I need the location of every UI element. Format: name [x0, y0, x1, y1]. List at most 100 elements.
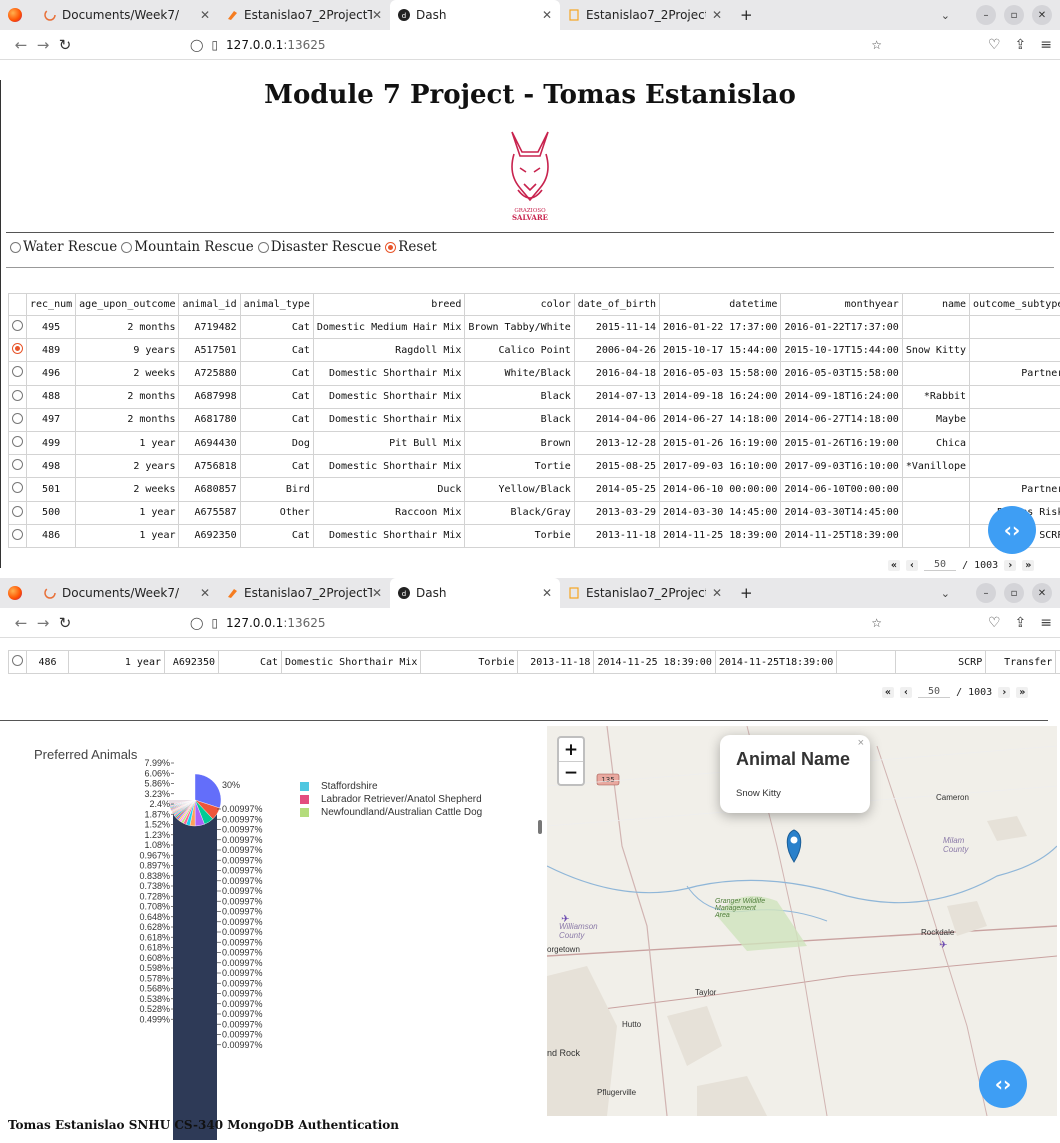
- radio-reset[interactable]: Reset: [385, 239, 437, 255]
- pager-first-button[interactable]: «: [882, 687, 894, 698]
- column-header[interactable]: animal_id: [179, 294, 240, 316]
- tab-list-icon[interactable]: ⌄: [941, 587, 950, 600]
- pager-last-button[interactable]: »: [1022, 560, 1034, 571]
- extensions-icon[interactable]: ⇪: [1015, 37, 1027, 53]
- close-icon[interactable]: ✕: [200, 8, 210, 22]
- row-select-radio[interactable]: [9, 651, 27, 674]
- table-row[interactable]: 4882 monthsA687998CatDomestic Shorthair …: [9, 385, 1060, 408]
- minimize-icon[interactable]: –: [976, 5, 996, 25]
- column-header[interactable]: monthyear: [781, 294, 902, 316]
- bookmark-star-icon[interactable]: ☆: [871, 616, 882, 630]
- url-bar[interactable]: ◯ ▯ 127.0.0.1:13625 ☆: [180, 32, 890, 58]
- column-header[interactable]: datetime: [660, 294, 781, 316]
- tab-file[interactable]: Estanislao7_2ProjectTwo ✕: [560, 578, 730, 608]
- pager-page-input[interactable]: 50: [924, 559, 956, 571]
- column-header[interactable]: rec_num: [27, 294, 76, 316]
- row-select-radio[interactable]: [9, 455, 27, 478]
- menu-icon[interactable]: ≡: [1040, 615, 1052, 631]
- window-close-icon[interactable]: ✕: [1032, 583, 1052, 603]
- window-close-icon[interactable]: ✕: [1032, 5, 1052, 25]
- zoom-out-button[interactable]: −: [559, 761, 583, 784]
- column-header[interactable]: breed: [313, 294, 465, 316]
- pager-prev-button[interactable]: ‹: [906, 560, 918, 571]
- close-icon[interactable]: ✕: [542, 586, 552, 600]
- radio-water-rescue[interactable]: Water Rescue: [10, 239, 117, 255]
- table-row[interactable]: 4861 yearA692350CatDomestic Shorthair Mi…: [9, 651, 1060, 674]
- radio-disaster-rescue[interactable]: Disaster Rescue: [258, 239, 382, 255]
- table-row[interactable]: 4899 yearsA517501CatRagdoll MixCalico Po…: [9, 339, 1060, 362]
- pocket-icon[interactable]: ♡: [988, 615, 1001, 631]
- tab-documents[interactable]: Documents/Week7/ ✕: [36, 578, 218, 608]
- tab-notebook[interactable]: Estanislao7_2ProjectTwo ✕: [218, 578, 390, 608]
- row-select-radio[interactable]: [9, 316, 27, 339]
- table-row[interactable]: 4991 yearA694430DogPit Bull MixBrown2013…: [9, 431, 1060, 454]
- new-tab-button[interactable]: +: [740, 584, 753, 602]
- table-row[interactable]: 4972 monthsA681780CatDomestic Shorthair …: [9, 408, 1060, 431]
- tab-documents[interactable]: Documents/Week7/ ✕: [36, 0, 218, 30]
- pager-prev-button[interactable]: ‹: [900, 687, 912, 698]
- pager-page-input[interactable]: 50: [918, 686, 950, 698]
- pager-next-button[interactable]: ›: [998, 687, 1010, 698]
- column-header[interactable]: outcome_subtype: [970, 294, 1060, 316]
- maximize-icon[interactable]: ▫: [1004, 583, 1024, 603]
- row-select-radio[interactable]: [9, 431, 27, 454]
- row-select-radio[interactable]: [9, 339, 27, 362]
- column-header[interactable]: age_upon_outcome: [76, 294, 179, 316]
- row-select-radio[interactable]: [9, 385, 27, 408]
- row-select-radio[interactable]: [9, 408, 27, 431]
- reload-icon[interactable]: ↻: [54, 36, 76, 54]
- close-icon[interactable]: ✕: [372, 8, 382, 22]
- table-row[interactable]: 4952 monthsA719482CatDomestic Medium Hai…: [9, 316, 1060, 339]
- tab-dash[interactable]: d Dash ✕: [390, 578, 560, 608]
- pocket-icon[interactable]: ♡: [988, 37, 1001, 53]
- column-header[interactable]: color: [465, 294, 574, 316]
- new-tab-button[interactable]: +: [740, 6, 753, 24]
- table-row[interactable]: 4982 yearsA756818CatDomestic Shorthair M…: [9, 455, 1060, 478]
- maximize-icon[interactable]: ▫: [1004, 5, 1024, 25]
- tab-list-icon[interactable]: ⌄: [941, 9, 950, 22]
- row-select-radio[interactable]: [9, 501, 27, 524]
- back-icon[interactable]: ←: [10, 614, 32, 632]
- extensions-icon[interactable]: ⇪: [1015, 615, 1027, 631]
- close-icon[interactable]: ✕: [372, 586, 382, 600]
- tab-file[interactable]: Estanislao7_2ProjectTwo ✕: [560, 0, 730, 30]
- column-header[interactable]: animal_type: [240, 294, 313, 316]
- menu-icon[interactable]: ≡: [1040, 37, 1052, 53]
- animal-location-map[interactable]: 135 ✈ ✈ + − × Animal Name Snow Kitty Cam…: [547, 726, 1057, 1116]
- reload-icon[interactable]: ↻: [54, 614, 76, 632]
- dash-debug-button[interactable]: ‹›: [988, 506, 1036, 554]
- back-icon[interactable]: ←: [10, 36, 32, 54]
- url-bar[interactable]: ◯ ▯ 127.0.0.1:13625 ☆: [180, 610, 890, 636]
- column-header[interactable]: date_of_birth: [574, 294, 659, 316]
- close-icon[interactable]: ✕: [712, 586, 722, 600]
- table-cell: A681780: [179, 408, 240, 431]
- pager-next-button[interactable]: ›: [1004, 560, 1016, 571]
- tab-notebook[interactable]: Estanislao7_2ProjectTwo ✕: [218, 0, 390, 30]
- radio-mountain-rescue[interactable]: Mountain Rescue: [121, 239, 253, 255]
- dash-debug-button[interactable]: ‹›: [979, 1060, 1027, 1108]
- pie-slice-label: 0.00997%: [222, 886, 263, 896]
- table-row[interactable]: 4962 weeksA725880CatDomestic Shorthair M…: [9, 362, 1060, 385]
- table-row[interactable]: 5001 yearA675587OtherRaccoon MixBlack/Gr…: [9, 501, 1060, 524]
- column-header[interactable]: name: [902, 294, 969, 316]
- minimize-icon[interactable]: –: [976, 583, 996, 603]
- scrollbar-handle[interactable]: [538, 820, 542, 834]
- table-row[interactable]: 5012 weeksA680857BirdDuckYellow/Black201…: [9, 478, 1060, 501]
- bookmark-star-icon[interactable]: ☆: [871, 38, 882, 52]
- tab-dash[interactable]: d Dash ✕: [390, 0, 560, 30]
- close-icon[interactable]: ✕: [542, 8, 552, 22]
- forward-icon[interactable]: →: [32, 614, 54, 632]
- table-cell: Cat: [240, 524, 313, 547]
- forward-icon[interactable]: →: [32, 36, 54, 54]
- row-select-radio[interactable]: [9, 524, 27, 547]
- popup-close-button[interactable]: ×: [858, 737, 864, 749]
- row-select-radio[interactable]: [9, 478, 27, 501]
- row-select-radio[interactable]: [9, 362, 27, 385]
- pager-first-button[interactable]: «: [888, 560, 900, 571]
- close-icon[interactable]: ✕: [200, 586, 210, 600]
- close-icon[interactable]: ✕: [712, 8, 722, 22]
- pager-last-button[interactable]: »: [1016, 687, 1028, 698]
- table-cell: Chica: [902, 431, 969, 454]
- zoom-in-button[interactable]: +: [559, 738, 583, 761]
- table-row[interactable]: 4861 yearA692350CatDomestic Shorthair Mi…: [9, 524, 1060, 547]
